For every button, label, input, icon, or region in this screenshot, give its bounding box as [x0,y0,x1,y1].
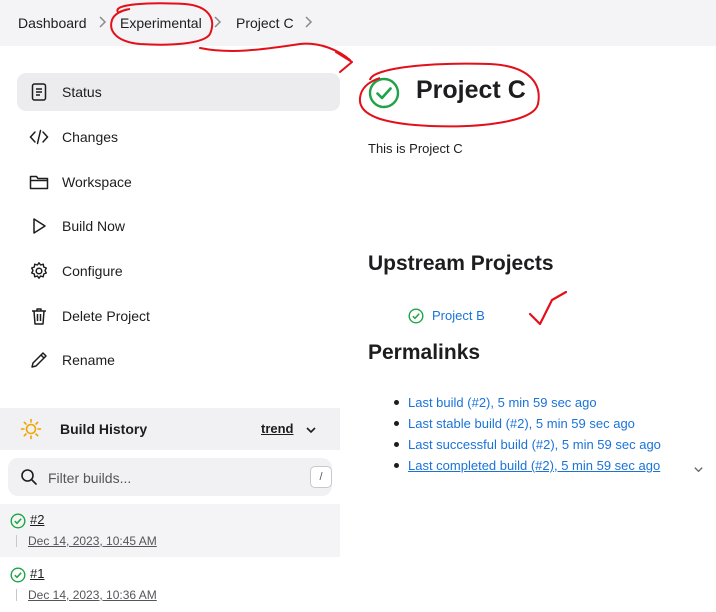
breadcrumb-experimental[interactable]: Experimental [120,15,202,31]
sun-icon [20,418,42,445]
sidebar-item-status[interactable]: Status [17,73,340,111]
sidebar-item-rename[interactable]: Rename [17,341,340,379]
sidebar-item-configure[interactable]: Configure [17,252,340,290]
sidebar-item-delete-project[interactable]: Delete Project [17,297,340,335]
trash-icon [29,306,49,326]
permalink-last-build[interactable]: Last build (#2), 5 min 59 sec ago [408,395,597,410]
chevron-down-icon[interactable] [693,462,704,480]
play-icon [29,216,49,236]
sidebar-item-label: Status [62,84,102,100]
sidebar-item-changes[interactable]: Changes [17,118,340,156]
success-check-icon [10,567,26,588]
build-number-link[interactable]: #2 [30,512,44,527]
search-icon [20,468,38,491]
gear-icon [29,261,49,281]
divider [16,589,17,601]
breadcrumb-dashboard[interactable]: Dashboard [18,15,87,31]
sidebar-item-label: Changes [62,129,119,145]
chevron-down-icon[interactable] [305,423,317,441]
chevron-right-icon [213,13,223,31]
keyboard-shortcut-hint: / [310,466,332,488]
annotation-checkmark [528,290,568,326]
build-history-title: Build History [60,421,148,437]
code-icon [29,127,49,147]
bullet [394,463,399,468]
bullet [394,442,399,447]
sidebar-item-label: Workspace [62,174,132,190]
page-title: Project C [416,76,526,104]
sidebar-item-label: Delete Project [62,308,150,324]
success-check-icon [408,308,424,329]
divider [16,535,17,547]
success-check-icon [10,513,26,534]
permalink-last-successful-build[interactable]: Last successful build (#2), 5 min 59 sec… [408,437,661,452]
build-row[interactable]: #2 Dec 14, 2023, 10:45 AM [0,504,340,557]
project-description: This is Project C [368,141,463,156]
sidebar-item-build-now[interactable]: Build Now [17,207,340,245]
filter-builds-input[interactable] [46,466,290,490]
breadcrumb-project-c[interactable]: Project C [236,15,294,31]
permalink-last-completed-build[interactable]: Last completed build (#2), 5 min 59 sec … [408,458,660,473]
pencil-icon [29,350,49,370]
permalinks-heading: Permalinks [368,341,481,364]
build-date-link[interactable]: Dec 14, 2023, 10:36 AM [28,588,157,602]
breadcrumb: Dashboard Experimental Project C [0,0,716,46]
build-date-link[interactable]: Dec 14, 2023, 10:45 AM [28,534,157,548]
sidebar-item-label: Build Now [62,218,126,234]
filter-builds: / [8,458,332,496]
bullet [394,421,399,426]
build-history-header: Build History trend [0,408,340,450]
trend-link[interactable]: trend [261,421,294,436]
permalink-last-stable-build[interactable]: Last stable build (#2), 5 min 59 sec ago [408,416,635,431]
build-number-link[interactable]: #1 [30,566,44,581]
bullet [394,400,399,405]
sidebar-item-workspace[interactable]: Workspace [17,163,340,201]
folder-icon [29,172,49,192]
sidebar-item-label: Configure [62,263,123,279]
document-icon [29,82,49,102]
chevron-right-icon [98,13,108,31]
upstream-projects-heading: Upstream Projects [368,252,554,275]
build-row[interactable]: #1 Dec 14, 2023, 10:36 AM [0,558,340,611]
annotation-arrow [199,42,353,73]
upstream-project-link[interactable]: Project B [432,308,485,323]
sidebar-item-label: Rename [62,352,115,368]
success-check-icon [368,77,400,114]
chevron-right-icon [304,13,314,31]
